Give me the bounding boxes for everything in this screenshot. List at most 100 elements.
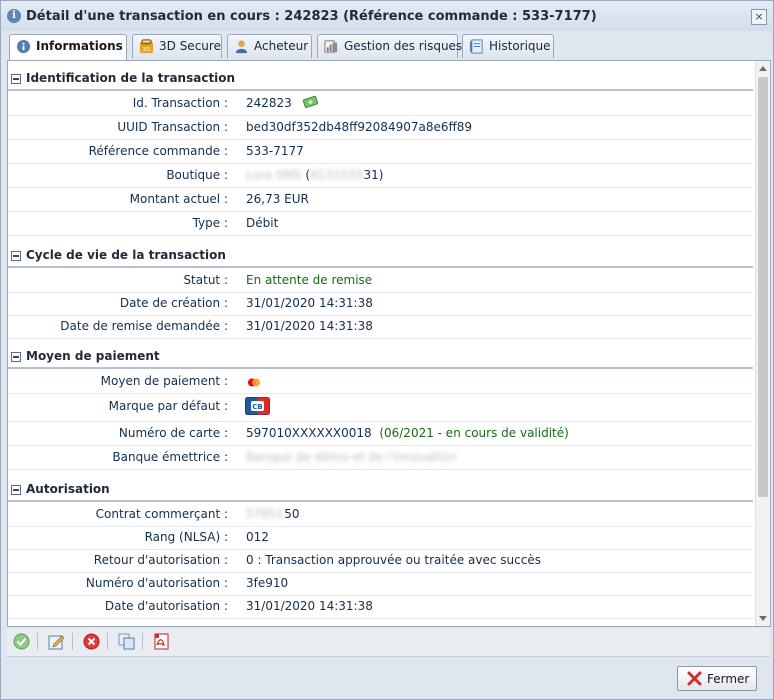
duplicate-icon[interactable]	[118, 633, 135, 650]
row-default-brand: Marque par défaut : CB	[8, 393, 753, 422]
row-order-reference: Référence commande : 533-7177	[8, 140, 753, 164]
tab-3d-secure[interactable]: 3D 3D Secure	[132, 34, 222, 58]
row-amount: Montant actuel : 26,73 EUR	[8, 188, 753, 212]
field-label: Statut :	[183, 273, 228, 287]
pdf-icon[interactable]	[153, 633, 170, 650]
row-type: Type : Débit	[8, 212, 753, 236]
field-label: Numéro d'autorisation :	[85, 576, 228, 590]
tab-gestion-risques[interactable]: Gestion des risques	[317, 34, 462, 58]
order-reference-value: 533-7177	[246, 144, 304, 158]
row-status: Statut : En attente de remise	[8, 269, 753, 293]
scroll-thumb[interactable]	[758, 77, 768, 497]
cb-card-icon: CB	[245, 397, 270, 415]
auth-return-value: 0 : Transaction approuvée ou traitée ave…	[246, 553, 541, 567]
uuid-value: bed30df352db48ff92084907a8e6ff89	[246, 120, 473, 134]
creation-date-value: 31/01/2020 14:31:38	[246, 296, 373, 310]
scroll-down-icon[interactable]	[759, 616, 767, 621]
close-button-label: Fermer	[707, 672, 750, 686]
svg-text:CB: CB	[252, 403, 262, 411]
info-icon	[16, 39, 31, 54]
auth-number-value: 3fe910	[246, 576, 289, 590]
row-capture-date: Date de remise demandée : 31/01/2020 14:…	[8, 315, 753, 339]
risk-icon	[324, 40, 338, 53]
tab-label: Informations	[36, 39, 123, 53]
money-icon	[302, 95, 319, 108]
window-title: Détail d'une transaction en cours : 2428…	[26, 9, 597, 24]
close-icon[interactable]: ×	[751, 9, 767, 25]
vertical-scrollbar[interactable]	[755, 61, 770, 626]
tab-label: Gestion des risques	[344, 39, 463, 53]
transaction-detail-window: i Détail d'une transaction en cours : 24…	[0, 0, 774, 700]
field-label: Référence commande :	[88, 144, 228, 158]
section-title: Identification de la transaction	[26, 71, 236, 85]
cancel-icon[interactable]	[83, 633, 100, 650]
field-label: Numéro de carte :	[118, 426, 228, 440]
buyer-icon	[235, 40, 248, 54]
collapse-icon[interactable]	[11, 251, 21, 261]
field-label: Boutique :	[166, 168, 228, 182]
edit-icon[interactable]	[48, 633, 65, 650]
3d-secure-icon: 3D	[139, 39, 154, 53]
section-authorisation[interactable]: Autorisation	[8, 478, 753, 502]
row-rank: Rang (NLSA) : 012	[8, 526, 753, 550]
close-icon	[687, 671, 702, 686]
collapse-icon[interactable]	[11, 74, 21, 84]
field-label: Date de remise demandée :	[60, 319, 228, 333]
validate-icon[interactable]	[13, 633, 30, 650]
row-auth-number: Numéro d'autorisation : 3fe910	[8, 572, 753, 596]
collapse-icon[interactable]	[11, 352, 21, 362]
merchant-contract-value: 5785150	[246, 507, 300, 521]
merchant-contract-redacted: 57851	[246, 507, 285, 521]
field-label: Date d'autorisation :	[104, 599, 228, 613]
amount-value: 26,73 EUR	[246, 192, 309, 206]
field-label: Moyen de paiement :	[100, 374, 228, 388]
scroll-up-icon[interactable]	[759, 66, 767, 71]
status-value: En attente de remise	[246, 273, 373, 287]
row-uuid: UUID Transaction : bed30df352db48ff92084…	[8, 116, 753, 140]
section-title: Cycle de vie de la transaction	[26, 248, 226, 262]
tab-informations[interactable]: Informations	[9, 34, 127, 61]
auth-date-value: 31/01/2020 14:31:38	[246, 599, 373, 613]
field-label: Retour d'autorisation :	[93, 553, 228, 567]
transaction-id-value: 242823	[246, 96, 292, 110]
shop-name-redacted: Lora SMS	[246, 168, 302, 182]
row-transaction-id: Id. Transaction : 242823	[8, 92, 753, 116]
tab-acheteur[interactable]: Acheteur	[227, 34, 312, 58]
section-payment-method[interactable]: Moyen de paiement	[8, 345, 753, 369]
row-shop: Boutique : Lora SMS (813155531)	[8, 164, 753, 188]
row-creation-date: Date de création : 31/01/2020 14:31:38	[8, 292, 753, 316]
section-title: Autorisation	[26, 482, 110, 496]
type-value: Débit	[246, 216, 279, 230]
row-auth-return: Retour d'autorisation : 0 : Transaction …	[8, 549, 753, 573]
section-title: Moyen de paiement	[26, 349, 160, 363]
section-lifecycle[interactable]: Cycle de vie de la transaction	[8, 244, 753, 268]
row-payment-method: Moyen de paiement :	[8, 370, 753, 394]
field-label: Type :	[192, 216, 228, 230]
card-number-value: 597010XXXXXX0018 (06/2021 - en cours de …	[246, 426, 569, 440]
row-issuing-bank: Banque émettrice : Banque de démo et de …	[8, 446, 753, 470]
issuing-bank-redacted: Banque de démo et de l'innovation	[246, 450, 457, 464]
field-label: Rang (NLSA) :	[144, 530, 228, 544]
tab-label: Acheteur	[254, 39, 309, 53]
window-titlebar[interactable]: i Détail d'une transaction en cours : 24…	[1, 1, 773, 31]
row-card-number: Numéro de carte : 597010XXXXXX0018 (06/2…	[8, 422, 753, 446]
row-merchant-contract: Contrat commerçant : 5785150	[8, 503, 753, 527]
field-label: Montant actuel :	[129, 192, 228, 206]
shop-id-redacted: 8131555	[310, 168, 364, 182]
field-label: UUID Transaction :	[117, 120, 228, 134]
shop-value: Lora SMS (813155531)	[246, 168, 384, 182]
history-icon	[469, 39, 483, 54]
field-label: Id. Transaction :	[132, 96, 228, 110]
field-label: Date de création :	[119, 296, 228, 310]
mastercard-icon	[248, 378, 260, 387]
svg-text:3D: 3D	[143, 47, 151, 53]
tab-historique[interactable]: Historique	[462, 34, 554, 58]
field-label: Contrat commerçant :	[95, 507, 228, 521]
dialog-footer: Fermer	[1, 657, 773, 699]
row-auth-date: Date d'autorisation : 31/01/2020 14:31:3…	[8, 595, 753, 619]
close-button[interactable]: Fermer	[677, 666, 757, 691]
card-validity: (06/2021 - en cours de validité)	[379, 426, 569, 440]
section-identification[interactable]: Identification de la transaction	[8, 67, 753, 91]
collapse-icon[interactable]	[11, 485, 21, 495]
tab-panel-informations: Identification de la transaction Id. Tra…	[7, 60, 771, 627]
